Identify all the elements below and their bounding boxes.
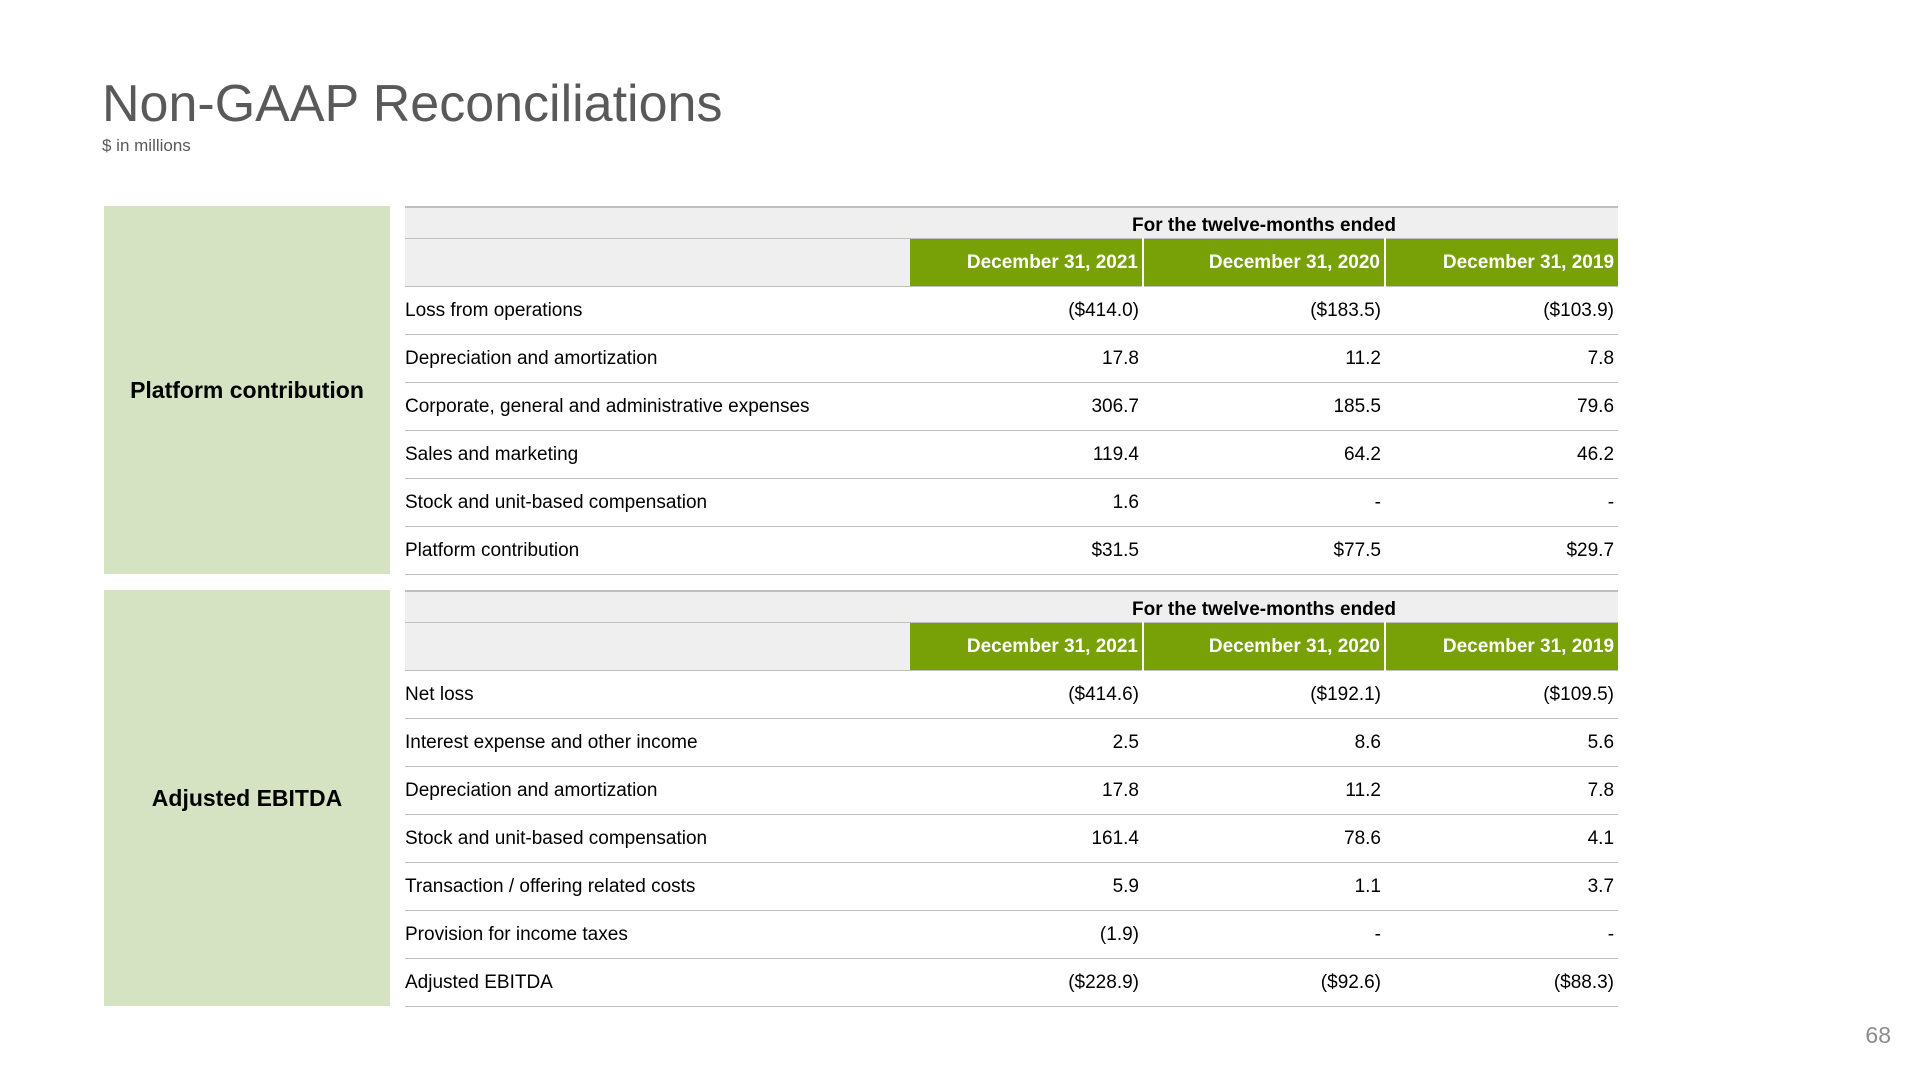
header-spacer [405, 590, 910, 623]
row-label: Stock and unit-based compensation [405, 478, 910, 527]
table-row: Transaction / offering related costs 5.9… [405, 862, 1619, 911]
cell-value: 11.2 [1143, 766, 1385, 815]
cell-value: $31.5 [910, 526, 1143, 575]
cell-value: 161.4 [910, 814, 1143, 863]
header-spacer [405, 622, 910, 671]
row-label: Provision for income taxes [405, 910, 910, 959]
cell-value: ($88.3) [1385, 958, 1619, 1007]
row-label: Stock and unit-based compensation [405, 814, 910, 863]
period-caption: For the twelve-months ended [910, 206, 1619, 239]
adjusted-ebitda-table: For the twelve-months ended December 31,… [405, 590, 1619, 1007]
row-label: Interest expense and other income [405, 718, 910, 767]
cell-value: 79.6 [1385, 382, 1619, 431]
row-label: Adjusted EBITDA [405, 958, 910, 1007]
cell-value: ($103.9) [1385, 286, 1619, 335]
cell-value: 64.2 [1143, 430, 1385, 479]
cell-value: ($192.1) [1143, 670, 1385, 719]
cell-value: ($109.5) [1385, 670, 1619, 719]
column-header: December 31, 2021 [910, 622, 1143, 671]
section-label-adjusted-ebitda: Adjusted EBITDA [104, 590, 390, 1006]
row-label: Loss from operations [405, 286, 910, 335]
column-header: December 31, 2021 [910, 238, 1143, 287]
cell-value: 306.7 [910, 382, 1143, 431]
cell-value: - [1385, 910, 1619, 959]
cell-value: 185.5 [1143, 382, 1385, 431]
cell-value: $29.7 [1385, 526, 1619, 575]
table-row: Stock and unit-based compensation 1.6 - … [405, 478, 1619, 527]
cell-value: 5.9 [910, 862, 1143, 911]
cell-value: 7.8 [1385, 766, 1619, 815]
header-spacer [405, 238, 910, 287]
cell-value: 1.6 [910, 478, 1143, 527]
table-row: Adjusted EBITDA ($228.9) ($92.6) ($88.3) [405, 958, 1619, 1007]
period-caption: For the twelve-months ended [910, 590, 1619, 623]
cell-value: 1.1 [1143, 862, 1385, 911]
table-row: Provision for income taxes (1.9) - - [405, 910, 1619, 959]
header-spacer [405, 206, 910, 239]
cell-value: $77.5 [1143, 526, 1385, 575]
row-label: Depreciation and amortization [405, 766, 910, 815]
row-label: Corporate, general and administrative ex… [405, 382, 910, 431]
cell-value: 17.8 [910, 334, 1143, 383]
row-label: Platform contribution [405, 526, 910, 575]
row-label: Transaction / offering related costs [405, 862, 910, 911]
table-row: Depreciation and amortization 17.8 11.2 … [405, 334, 1619, 383]
cell-value: 5.6 [1385, 718, 1619, 767]
column-header: December 31, 2020 [1142, 622, 1385, 671]
platform-contribution-table: For the twelve-months ended December 31,… [405, 206, 1619, 575]
cell-value: 4.1 [1385, 814, 1619, 863]
table-header-row: For the twelve-months ended [405, 590, 1619, 623]
cell-value: 17.8 [910, 766, 1143, 815]
cell-value: - [1143, 910, 1385, 959]
cell-value: 78.6 [1143, 814, 1385, 863]
table-row: Platform contribution $31.5 $77.5 $29.7 [405, 526, 1619, 575]
page-number: 68 [1865, 1022, 1891, 1048]
column-header: December 31, 2020 [1142, 238, 1385, 287]
row-label: Sales and marketing [405, 430, 910, 479]
section-label-platform-contribution: Platform contribution [104, 206, 390, 574]
cell-value: ($183.5) [1143, 286, 1385, 335]
cell-value: 119.4 [910, 430, 1143, 479]
cell-value: ($228.9) [910, 958, 1143, 1007]
cell-value: 7.8 [1385, 334, 1619, 383]
table-header-row: For the twelve-months ended [405, 206, 1619, 239]
table-row: Interest expense and other income 2.5 8.… [405, 718, 1619, 767]
column-header: December 31, 2019 [1383, 238, 1619, 287]
row-label: Depreciation and amortization [405, 334, 910, 383]
table-row: Loss from operations ($414.0) ($183.5) (… [405, 286, 1619, 335]
cell-value: ($414.0) [910, 286, 1143, 335]
cell-value: ($414.6) [910, 670, 1143, 719]
table-row: Stock and unit-based compensation 161.4 … [405, 814, 1619, 863]
column-header: December 31, 2019 [1383, 622, 1619, 671]
table-row: Sales and marketing 119.4 64.2 46.2 [405, 430, 1619, 479]
cell-value: - [1385, 478, 1619, 527]
cell-value: 2.5 [910, 718, 1143, 767]
cell-value: 11.2 [1143, 334, 1385, 383]
table-row: Net loss ($414.6) ($192.1) ($109.5) [405, 670, 1619, 719]
table-column-header-row: December 31, 2021 December 31, 2020 Dece… [405, 622, 1619, 671]
table-row: Depreciation and amortization 17.8 11.2 … [405, 766, 1619, 815]
page-subtitle: $ in millions [102, 136, 191, 155]
page-title: Non-GAAP Reconciliations [102, 75, 723, 133]
table-column-header-row: December 31, 2021 December 31, 2020 Dece… [405, 238, 1619, 287]
cell-value: 3.7 [1385, 862, 1619, 911]
cell-value: 46.2 [1385, 430, 1619, 479]
cell-value: (1.9) [910, 910, 1143, 959]
cell-value: 8.6 [1143, 718, 1385, 767]
row-label: Net loss [405, 670, 910, 719]
cell-value: - [1143, 478, 1385, 527]
cell-value: ($92.6) [1143, 958, 1385, 1007]
table-row: Corporate, general and administrative ex… [405, 382, 1619, 431]
